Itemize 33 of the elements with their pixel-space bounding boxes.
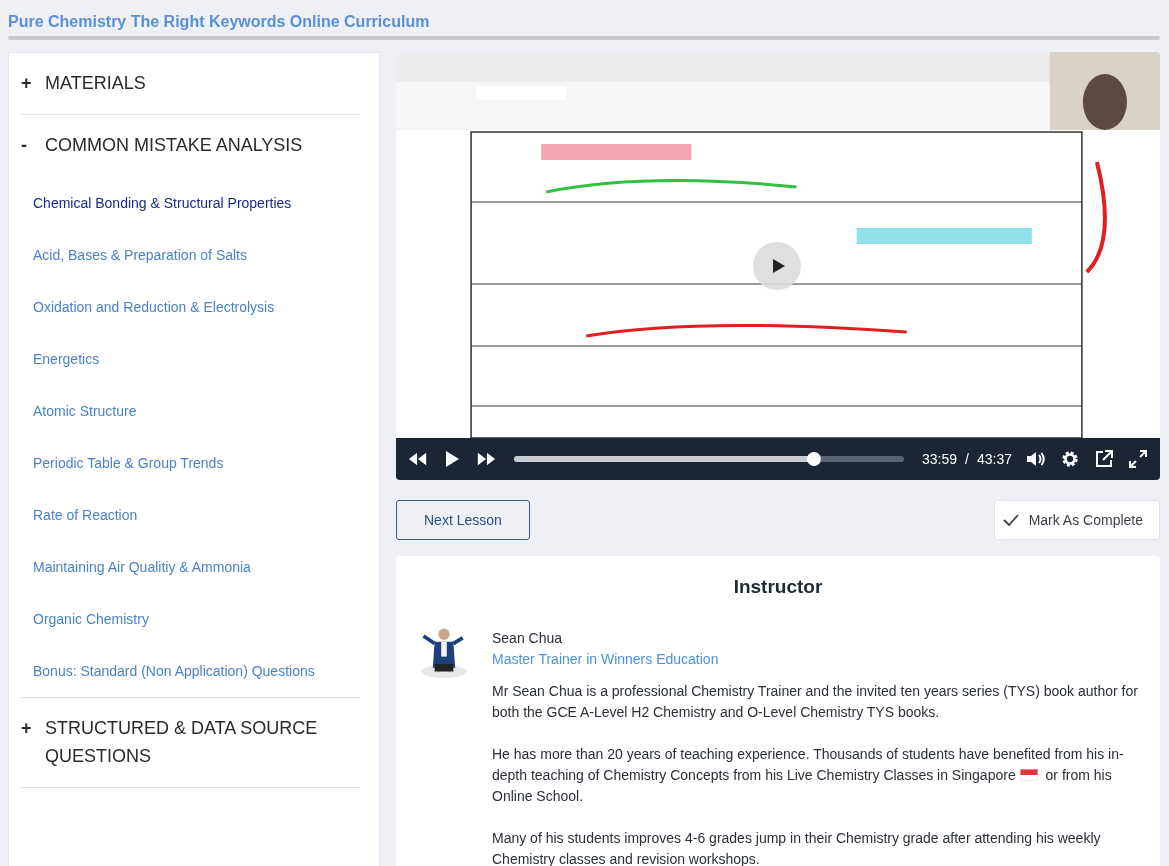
lesson-link[interactable]: Energetics — [21, 333, 360, 385]
next-lesson-button[interactable]: Next Lesson — [396, 500, 530, 540]
lesson-link[interactable]: Rate of Reaction — [21, 489, 360, 541]
mark-complete-button[interactable]: Mark As Complete — [993, 500, 1160, 540]
lesson-link[interactable]: Organic Chemistry — [21, 593, 360, 645]
check-icon — [1002, 514, 1019, 526]
lesson-link[interactable]: Atomic Structure — [21, 385, 360, 437]
lesson-link[interactable]: Acid, Bases & Preparation of Salts — [21, 229, 360, 281]
bio-paragraph: Mr Sean Chua is a professional Chemistry Trainer and the invited ten years series (TYS) book author for both the GCE A-Level H2 Chemistry and O-Level Chemistry TYS books. — [492, 682, 1139, 722]
bio-paragraph: Many of his students improves 4-6 grades jump in their Chemistry grade after attending his weekly Chemistry classes and revision workshops. — [492, 829, 1102, 866]
section-header[interactable]: + MATERIALS — [21, 53, 360, 114]
section-header[interactable]: - COMMON MISTAKE ANALYSIS — [21, 115, 360, 177]
lesson-link[interactable]: Periodic Table & Group Trends — [21, 437, 360, 489]
rewind-icon[interactable] — [408, 450, 428, 468]
external-link-icon[interactable] — [1094, 450, 1114, 468]
instructor-role-link[interactable]: Master Trainer in Winners Education — [492, 649, 1140, 670]
lesson-link[interactable]: Chemical Bonding & Structural Properties — [21, 177, 360, 229]
fast-forward-icon[interactable] — [476, 450, 496, 468]
instructor-name: Sean Chua — [492, 629, 564, 648]
play-icon — [772, 258, 786, 274]
section-heading: Instructor — [732, 576, 824, 598]
lesson-link[interactable]: Oxidation and Reduction & Electrolysis — [21, 281, 360, 333]
volume-icon[interactable] — [1026, 450, 1046, 468]
time-separator: / — [965, 451, 969, 467]
bio-paragraph: He has more than 20 years of teaching experience. Thousands of students have benefited from his in-depth teaching of Chemistry Concepts from his Live Chemistry Classes in Singapore or from his Online School. — [492, 745, 1125, 806]
current-time: 33:59 — [922, 451, 958, 467]
course-title: Pure Chemistry The Right Keywords Online Curriculum — [8, 12, 431, 32]
lesson-link[interactable]: Maintaining Air Qualitiy & Ammonia — [21, 541, 360, 593]
lesson-link[interactable]: Bonus: Standard (Non Application) Questions — [21, 645, 360, 697]
duration: 43:37 — [976, 451, 1012, 467]
section-header[interactable]: + STRUCTURED & DATA SOURCE QUESTIONS — [21, 698, 360, 787]
fullscreen-icon[interactable] — [1128, 450, 1148, 468]
settings-icon[interactable] — [1060, 450, 1080, 468]
